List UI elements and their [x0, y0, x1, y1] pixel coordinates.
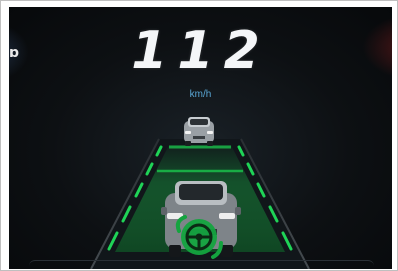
- instrument-cluster-screen: ɒ 112 km/h: [9, 7, 392, 269]
- window-frame: ɒ 112 km/h: [0, 0, 398, 271]
- bottom-panel-edge: [29, 260, 374, 269]
- lane-visualization: [90, 117, 310, 269]
- lead-car-icon: [184, 117, 214, 146]
